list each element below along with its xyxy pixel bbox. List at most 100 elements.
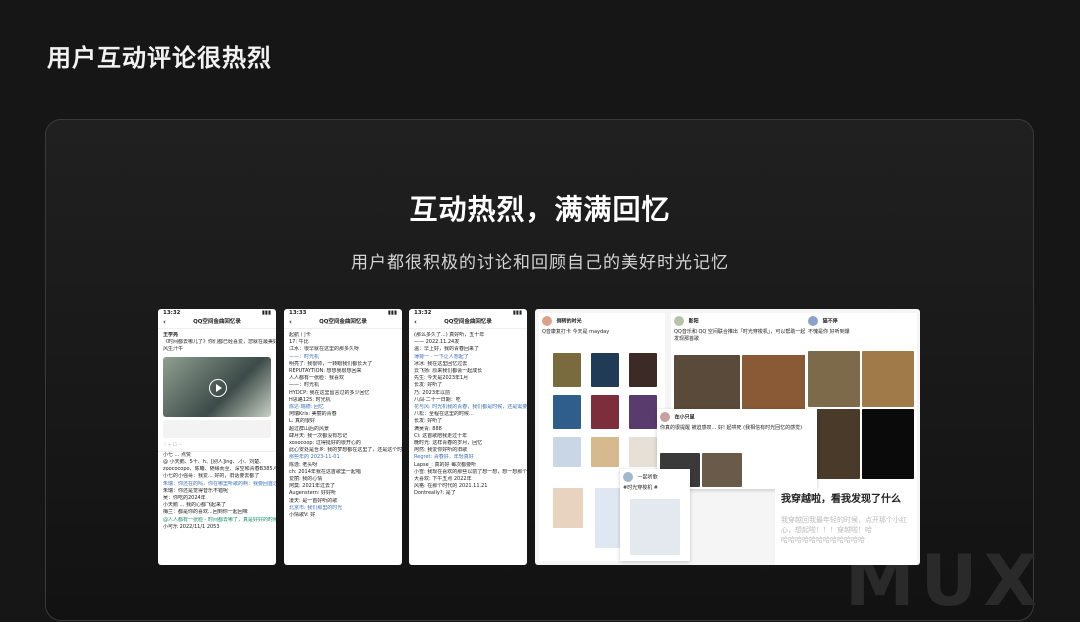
- photo-thumb[interactable]: [630, 499, 680, 555]
- back-icon[interactable]: ‹: [414, 319, 417, 326]
- subheadline: 用户都很积极的讨论和回顾自己的美好时光记忆: [351, 253, 729, 273]
- comment-line: 人人都有一张脸：我喜欢: [289, 375, 345, 382]
- photo-thumb[interactable]: [553, 437, 581, 467]
- avatar: [808, 316, 818, 326]
- comment-line: —— 2022.11.24发: [414, 339, 460, 346]
- comment-line: 小情歌V: 好: [289, 512, 316, 519]
- comment-line: REPUTAYTION: 想想我很想回来: [289, 368, 362, 375]
- comment-line: L: 真的很好: [289, 418, 316, 425]
- card-text: 你真的很提醒 被迫感叹... 好! 起哄死 (我相信有时光回忆的感觉): [660, 425, 803, 431]
- comment-line: Regret: 青春好，年轻真好: [414, 454, 474, 461]
- photo-thumb[interactable]: [591, 437, 619, 467]
- card-text: 哈哈哈哈哈哈哈哈哈哈哈哈: [781, 536, 865, 544]
- play-icon[interactable]: [209, 378, 227, 397]
- status-bar: 13:33 ▮▮▮: [284, 309, 402, 318]
- comment-line: Dontreally?: 是了: [414, 490, 456, 497]
- card-user: 倒转的时光: [556, 318, 582, 325]
- comment-line: 温：早上好，我的青春回来了: [414, 346, 480, 353]
- photo-thumb[interactable]: [629, 437, 657, 467]
- feed-card-5[interactable]: 一起听歌 #时光穿梭机 #: [620, 469, 690, 561]
- card-user: 在小只鼠: [674, 414, 695, 421]
- comment-line: 梅兰：都是你的喜欢...回到你一起回味: [163, 509, 248, 516]
- comment-line: @ 小天鹅、5十、h、[别人]ing、.小、刘楚、: [163, 459, 265, 466]
- comment-line: 陈达·瑞德: 回忆: [289, 404, 324, 411]
- card-user: 一起听歌: [637, 474, 658, 481]
- signal-icon: ▮▮▮: [387, 309, 397, 316]
- card-text: 我穿越回我最年轻的时候，点开那个小红: [781, 516, 907, 524]
- post-meta: ♡ ⌁ ☐ ⋯: [158, 440, 276, 452]
- feed-card-6[interactable]: 我穿越啦，看我发现了什么 我穿越回我最年轻的时候，点开那个小红 心，想起啦！！！…: [775, 489, 917, 565]
- comment-line: 八松：全程在这里的时候...: [414, 411, 474, 418]
- comment-line: Ci: 这首歌陪我走过十年: [414, 432, 468, 439]
- photo-thumb[interactable]: [591, 395, 619, 429]
- card-text: 心，想起啦！！！穿越啦！哈: [781, 526, 872, 534]
- comment-line: 江水：很早就在这里的那多久呀: [289, 346, 360, 353]
- comment-line: ——：时光机: [289, 382, 320, 389]
- comment-line: 阿瑞Kris: 美丽的青春: [289, 411, 337, 418]
- comment-line: 朱瑞：你还在的吗，你在哪里听歌的啊：我要回首过去...: [163, 480, 276, 487]
- card-text: #时光穿梭机 #: [623, 485, 658, 491]
- photo-thumb[interactable]: [553, 395, 581, 429]
- photo-thumb[interactable]: [591, 353, 619, 387]
- nav-bar: ‹ QQ空间金曲回忆录: [409, 318, 527, 329]
- comment-line: xosocoop: 过得挺好的很开心的: [289, 440, 361, 447]
- comment-line: @人人都有一张脸 - 时间都去哪了，真是好好的时候: [163, 516, 276, 523]
- phone-screenshot-3: 13:32 ▮▮▮ ‹ QQ空间金曲回忆录 (那么多久了...) 真好听，五十年…: [409, 309, 527, 565]
- post-user: 王学亮: [163, 332, 179, 338]
- back-icon[interactable]: ‹: [289, 319, 292, 326]
- comment-line: 晚时光: 这样青春的岁月，回忆: [414, 440, 483, 447]
- comment-line: 小雪: 我现在喜欢的那些以前了想一想，想一想那个时候的音乐: [414, 468, 527, 475]
- comment-line: Augenstern: 好好听: [289, 490, 337, 497]
- photo-thumb[interactable]: [862, 409, 914, 479]
- video-thumbnail[interactable]: [163, 356, 271, 417]
- avatar: [674, 316, 684, 326]
- comment-line: ch: 2014年我在这首歌里一起唱: [289, 468, 361, 475]
- nav-title: QQ空间金曲回忆录: [444, 319, 492, 326]
- comment-line: 起航 门卡: [289, 332, 311, 338]
- comment-line: 凌天: 是一首好听的歌: [289, 497, 338, 504]
- comment-line: 肆月天: 我一次都没有忘记: [289, 432, 348, 439]
- comment-line: 满吴青: 888: [414, 425, 442, 432]
- phone-screenshot-2: 13:33 ▮▮▮ ‹ QQ空间金曲回忆录 起航 门卡 17: 牛比 江水：很早就在…: [284, 309, 402, 565]
- card-text: 不愧是你 好听到爆: [808, 329, 850, 335]
- status-time: 13:32: [163, 309, 181, 316]
- photo-thumb[interactable]: [553, 488, 583, 528]
- comment-line: 八闯·二十一日期：吃: [414, 396, 461, 403]
- comment-line: 阿然: 我爱你好听的旧歌: [414, 447, 468, 454]
- headline: 互动热烈，满满回忆: [409, 193, 671, 226]
- slide-title: 用户互动评论很热烈: [47, 44, 272, 72]
- comment-line: 朱瑞：你还是觉得音乐不错呢: [163, 487, 229, 494]
- comment-line: 乃: 2023年以前: [414, 389, 450, 396]
- comment-line: 那些年的 2023-11-01: [289, 454, 340, 461]
- comment-line: 爱丽: 我的心情: [289, 476, 323, 483]
- comment-line: 吴：你吃的2024年: [163, 495, 206, 502]
- photo-thumb[interactable]: [629, 353, 657, 387]
- photo-thumb[interactable]: [702, 453, 742, 487]
- card-text: Q音康复打卡 今天是 mayday: [542, 329, 610, 335]
- comment-line: Lapse_: 真的好 每次都要听: [414, 461, 477, 468]
- comment-line: 薄荷一 · 一下让人想起了: [414, 353, 469, 360]
- photo-thumb[interactable]: [553, 353, 581, 387]
- status-bar: 13:32 ▮▮▮: [409, 309, 527, 318]
- phone-screenshot-1: 13:32 ▮▮▮ ‹ QQ空间金曲回忆录 王学亮 《时间都去哪儿了》你们都已经…: [158, 309, 276, 565]
- photo-thumb[interactable]: [808, 351, 860, 407]
- comment-line: (那么多久了...) 真好听，五十年: [414, 332, 485, 338]
- comment-line: 17: 牛比: [289, 339, 309, 346]
- card-text: QQ音乐和 QQ 空间联合推出「时光穿梭机」，可以帮助一起发现那首歌: [674, 329, 806, 342]
- nav-title: QQ空间金曲回忆录: [193, 319, 241, 326]
- photo-thumb[interactable]: [862, 351, 914, 407]
- comment-line: 明亮了: 我很帅，一转眼我们都长大了: [289, 360, 373, 367]
- comment-line: 冰冰: 我在这里回忆过去: [414, 360, 468, 367]
- photo-thumb[interactable]: [629, 395, 657, 429]
- comment-line: 花与风: 时光机我的青春，我们都是时候，还是需要去...: [414, 404, 527, 411]
- back-icon[interactable]: ‹: [163, 319, 166, 326]
- comment-line: HYDCP: 我在这里留言过的多少回忆: [289, 389, 370, 396]
- comment-line: 北京市: 我们那里的时光: [289, 504, 343, 511]
- shared-card[interactable]: [163, 419, 271, 438]
- status-time: 13:32: [414, 309, 432, 316]
- comment-line: 超过群山后的风景: [289, 425, 330, 432]
- status-bar: 13:32 ▮▮▮: [158, 309, 276, 318]
- post-text: 《时间都去哪儿了》你们都已经喜爱，您就在最美好的: [163, 339, 276, 346]
- comment-line: 小七的小强哥：我爱... 好的，旧话要去都了: [163, 473, 260, 480]
- nav-bar: ‹ QQ空间金曲回忆录: [284, 318, 402, 329]
